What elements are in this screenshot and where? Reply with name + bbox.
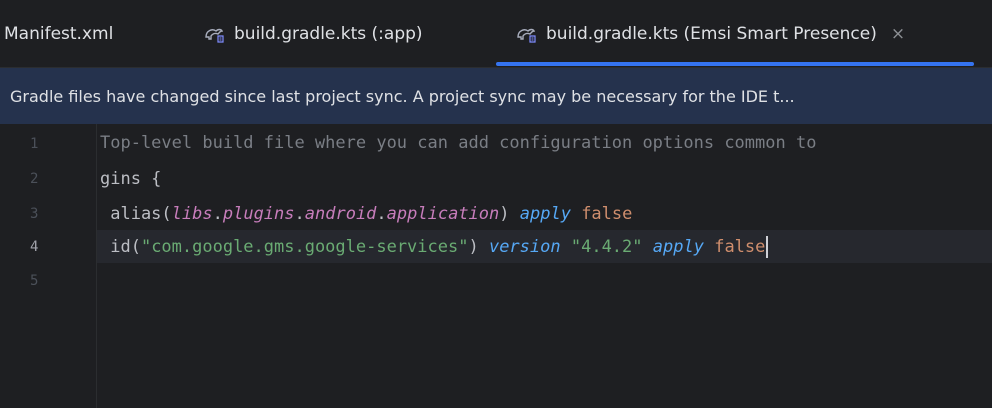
code-token: id( [100,237,141,257]
code-line[interactable]: gins { [100,164,161,194]
line-number: 2 [30,171,39,187]
code-line[interactable]: alias(libs.plugins.android.application) … [100,199,632,229]
line-number-gutter[interactable]: 1 2 3 4 5 [0,124,96,408]
code-line-current[interactable]: id("com.google.gms.google-services") ver… [100,232,769,262]
close-icon[interactable]: × [891,25,905,43]
string-token: "4.4.2" [570,237,643,257]
function-token: version [488,237,561,257]
code-token: ) [468,237,489,257]
code-token: ) [499,204,520,224]
gradle-sync-banner: Gradle files have changed since last pro… [0,68,992,124]
code-token: . [294,204,305,224]
tab-label: build.gradle.kts (Emsi Smart Presence) [546,24,877,44]
text-caret [766,236,769,258]
line-number: 1 [30,136,39,152]
gutter-divider [96,124,97,408]
comment-token: Top-level build file where you can add c… [100,133,817,153]
banner-message: Gradle files have changed since last pro… [10,86,795,106]
keyword-token: false [581,204,633,224]
keyword-token: false [714,237,766,257]
code-token: alias( [100,204,172,224]
string-token: "com.google.gms.google-services" [140,237,469,257]
function-token: apply [652,237,704,257]
tab-build-gradle-project[interactable]: build.gradle.kts (Emsi Smart Presence) × [516,0,905,68]
line-number: 3 [30,206,39,222]
property-token: libs [171,204,213,224]
code-token: . [376,204,387,224]
line-number: 5 [30,273,39,289]
function-token: apply [519,204,571,224]
gradle-icon [516,24,538,44]
code-token: . [212,204,223,224]
line-number-current: 4 [30,239,39,255]
property-token: application [386,204,500,224]
tab-label: Manifest.xml [4,24,114,44]
code-editor[interactable]: 1 2 3 4 5 Top-level build file where you… [0,124,992,408]
ide-window: Manifest.xml build.gradle.kts (:app) bui… [0,0,992,408]
code-line[interactable]: Top-level build file where you can add c… [100,128,816,158]
editor-tab-bar: Manifest.xml build.gradle.kts (:app) bui… [0,0,992,68]
property-token: plugins [222,204,295,224]
tab-build-gradle-app[interactable]: build.gradle.kts (:app) [204,0,423,68]
property-token: android [304,204,377,224]
gradle-icon [204,24,226,44]
tab-manifest[interactable]: Manifest.xml [4,0,113,68]
plugins-block-token: gins { [100,169,162,189]
active-tab-indicator [496,62,974,66]
tab-label: build.gradle.kts (:app) [234,24,423,44]
